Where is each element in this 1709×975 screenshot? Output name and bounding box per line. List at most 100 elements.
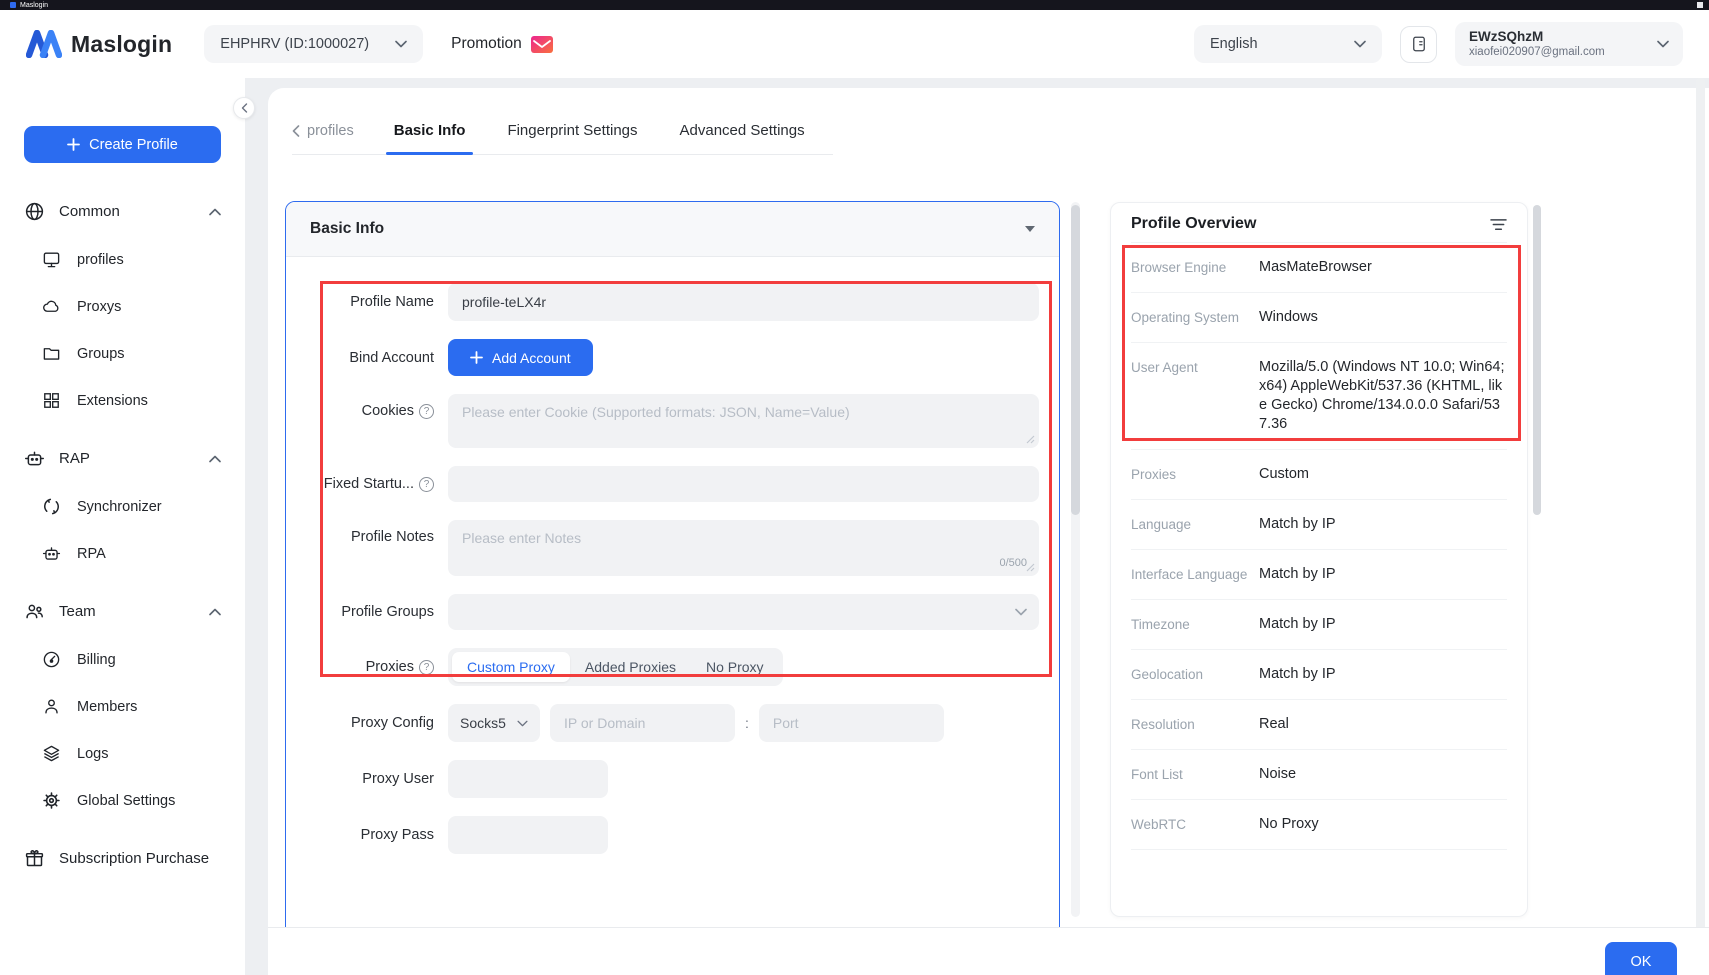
- plus-icon: [67, 138, 80, 151]
- ok-button[interactable]: OK: [1605, 942, 1677, 975]
- overview-value: No Proxy: [1259, 815, 1507, 834]
- sidebar-item-profiles[interactable]: profiles: [0, 236, 245, 283]
- sidebar-item-label: RPA: [77, 546, 106, 562]
- profile-notes-row: Profile Notes 0/500: [302, 520, 1039, 576]
- fixed-startup-input[interactable]: [448, 466, 1039, 502]
- sidebar-item-rpa[interactable]: RPA: [0, 530, 245, 577]
- grid-icon: [42, 391, 61, 410]
- sidebar-item-label: Proxys: [77, 299, 121, 315]
- help-icon[interactable]: ?: [419, 660, 434, 675]
- proxy-pass-label: Proxy Pass: [302, 827, 434, 843]
- sidebar-item-logs[interactable]: Logs: [0, 730, 245, 777]
- document-button[interactable]: [1400, 26, 1437, 63]
- sidebar-item-label: Extensions: [77, 393, 148, 409]
- proxy-option-custom[interactable]: Custom Proxy: [452, 652, 570, 682]
- footer-bar: OK: [268, 927, 1709, 975]
- filter-settings-icon[interactable]: [1490, 217, 1507, 232]
- sidebar-section-rap[interactable]: RAP: [0, 434, 245, 483]
- cookies-label: Cookies: [362, 403, 414, 419]
- overview-value: Match by IP: [1259, 515, 1507, 534]
- sync-icon: [42, 497, 61, 516]
- profile-groups-row: Profile Groups: [302, 594, 1039, 630]
- window-scrollbar[interactable]: [1696, 78, 1705, 975]
- cookies-textarea[interactable]: [448, 394, 1039, 448]
- sidebar-section-common[interactable]: Common: [0, 187, 245, 236]
- cloud-icon: [42, 297, 61, 316]
- account-info: EWzSQhzM xiaofei020907@gmail.com: [1469, 29, 1605, 59]
- profile-groups-select[interactable]: [448, 594, 1039, 630]
- overview-label: Timezone: [1131, 615, 1259, 634]
- basic-info-form: Profile Name Bind Account Add Account: [286, 257, 1059, 854]
- collapse-caret-icon[interactable]: [1025, 226, 1035, 232]
- sidebar-nav: Common profiles Proxy: [0, 187, 245, 883]
- add-account-label: Add Account: [492, 350, 571, 366]
- chevron-down-icon: [1354, 40, 1366, 48]
- sidebar-item-label: profiles: [77, 252, 124, 268]
- resize-handle-icon[interactable]: [1026, 563, 1035, 572]
- proxy-config-row: Proxy Config Socks5 :: [302, 704, 1039, 742]
- create-profile-label: Create Profile: [89, 137, 178, 153]
- overview-value: Mozilla/5.0 (Windows NT 10.0; Win64; x64…: [1259, 358, 1507, 434]
- sidebar-item-extensions[interactable]: Extensions: [0, 377, 245, 424]
- form-scrollbar-thumb[interactable]: [1071, 205, 1080, 515]
- overview-value: Match by IP: [1259, 565, 1507, 584]
- account-dropdown[interactable]: EWzSQhzM xiaofei020907@gmail.com: [1455, 22, 1683, 66]
- profile-notes-textarea[interactable]: [448, 520, 1039, 576]
- overview-row-font-list: Font List Noise: [1131, 749, 1507, 799]
- tab-basic-info[interactable]: Basic Info: [392, 122, 468, 139]
- proxy-ip-input[interactable]: [550, 704, 735, 742]
- proxy-option-added[interactable]: Added Proxies: [570, 652, 691, 682]
- app-logo: Maslogin: [26, 30, 172, 58]
- sidebar-item-groups[interactable]: Groups: [0, 330, 245, 377]
- mini-logo-icon: [10, 2, 16, 8]
- bind-account-row: Bind Account Add Account: [302, 339, 1039, 376]
- sidebar-item-label: Global Settings: [77, 793, 175, 809]
- sidebar-item-subscription-purchase[interactable]: Subscription Purchase: [0, 834, 245, 883]
- create-profile-button[interactable]: Create Profile: [24, 126, 221, 163]
- sidebar-item-members[interactable]: Members: [0, 683, 245, 730]
- sidebar-section-team[interactable]: Team: [0, 587, 245, 636]
- help-icon[interactable]: ?: [419, 404, 434, 419]
- proxy-protocol-select[interactable]: Socks5: [448, 704, 540, 742]
- overview-label: Geolocation: [1131, 665, 1259, 684]
- profile-groups-label: Profile Groups: [302, 604, 434, 620]
- proxy-option-none[interactable]: No Proxy: [691, 652, 779, 682]
- sidebar-collapse-button[interactable]: [233, 97, 255, 119]
- titlebar-app-name: Maslogin: [20, 2, 48, 9]
- team-selector-dropdown[interactable]: EHPHRV (ID:1000027): [204, 25, 423, 63]
- sidebar-item-global-settings[interactable]: Global Settings: [0, 777, 245, 824]
- proxy-config-label: Proxy Config: [302, 715, 434, 731]
- proxy-user-label: Proxy User: [302, 771, 434, 787]
- window-control-icon[interactable]: [1697, 2, 1703, 8]
- overview-row-interface-language: Interface Language Match by IP: [1131, 549, 1507, 599]
- back-to-profiles-link[interactable]: profiles: [292, 123, 354, 139]
- profile-name-input[interactable]: [448, 283, 1039, 321]
- language-selector-dropdown[interactable]: English: [1194, 25, 1382, 63]
- maslogin-logo-icon: [26, 30, 62, 58]
- promotion-link[interactable]: Promotion: [451, 35, 553, 53]
- chevron-down-icon: [395, 40, 407, 48]
- sidebar-item-billing[interactable]: Billing: [0, 636, 245, 683]
- add-account-button[interactable]: Add Account: [448, 339, 593, 376]
- sidebar-item-synchronizer[interactable]: Synchronizer: [0, 483, 245, 530]
- sidebar: Create Profile Common: [0, 78, 245, 975]
- proxy-pass-input[interactable]: [448, 816, 608, 854]
- overview-row-geolocation: Geolocation Match by IP: [1131, 649, 1507, 699]
- basic-info-card-header[interactable]: Basic Info: [286, 202, 1059, 257]
- logo-text: Maslogin: [71, 31, 172, 58]
- resize-handle-icon[interactable]: [1026, 435, 1035, 444]
- proxy-user-input[interactable]: [448, 760, 608, 798]
- overview-row-timezone: Timezone Match by IP: [1131, 599, 1507, 649]
- proxy-port-input[interactable]: [759, 704, 944, 742]
- panel-scrollbar-thumb[interactable]: [1533, 205, 1541, 515]
- tab-advanced-settings[interactable]: Advanced Settings: [678, 122, 807, 139]
- overview-row-browser-engine: Browser Engine MasMateBrowser: [1131, 242, 1507, 292]
- sidebar-item-proxys[interactable]: Proxys: [0, 283, 245, 330]
- help-icon[interactable]: ?: [419, 477, 434, 492]
- document-icon: [1410, 35, 1428, 53]
- overview-value: Custom: [1259, 465, 1507, 484]
- monitor-icon: [42, 250, 61, 269]
- overview-label: User Agent: [1131, 358, 1259, 434]
- tab-fingerprint-settings[interactable]: Fingerprint Settings: [505, 122, 639, 139]
- chevron-down-icon: [1657, 40, 1669, 48]
